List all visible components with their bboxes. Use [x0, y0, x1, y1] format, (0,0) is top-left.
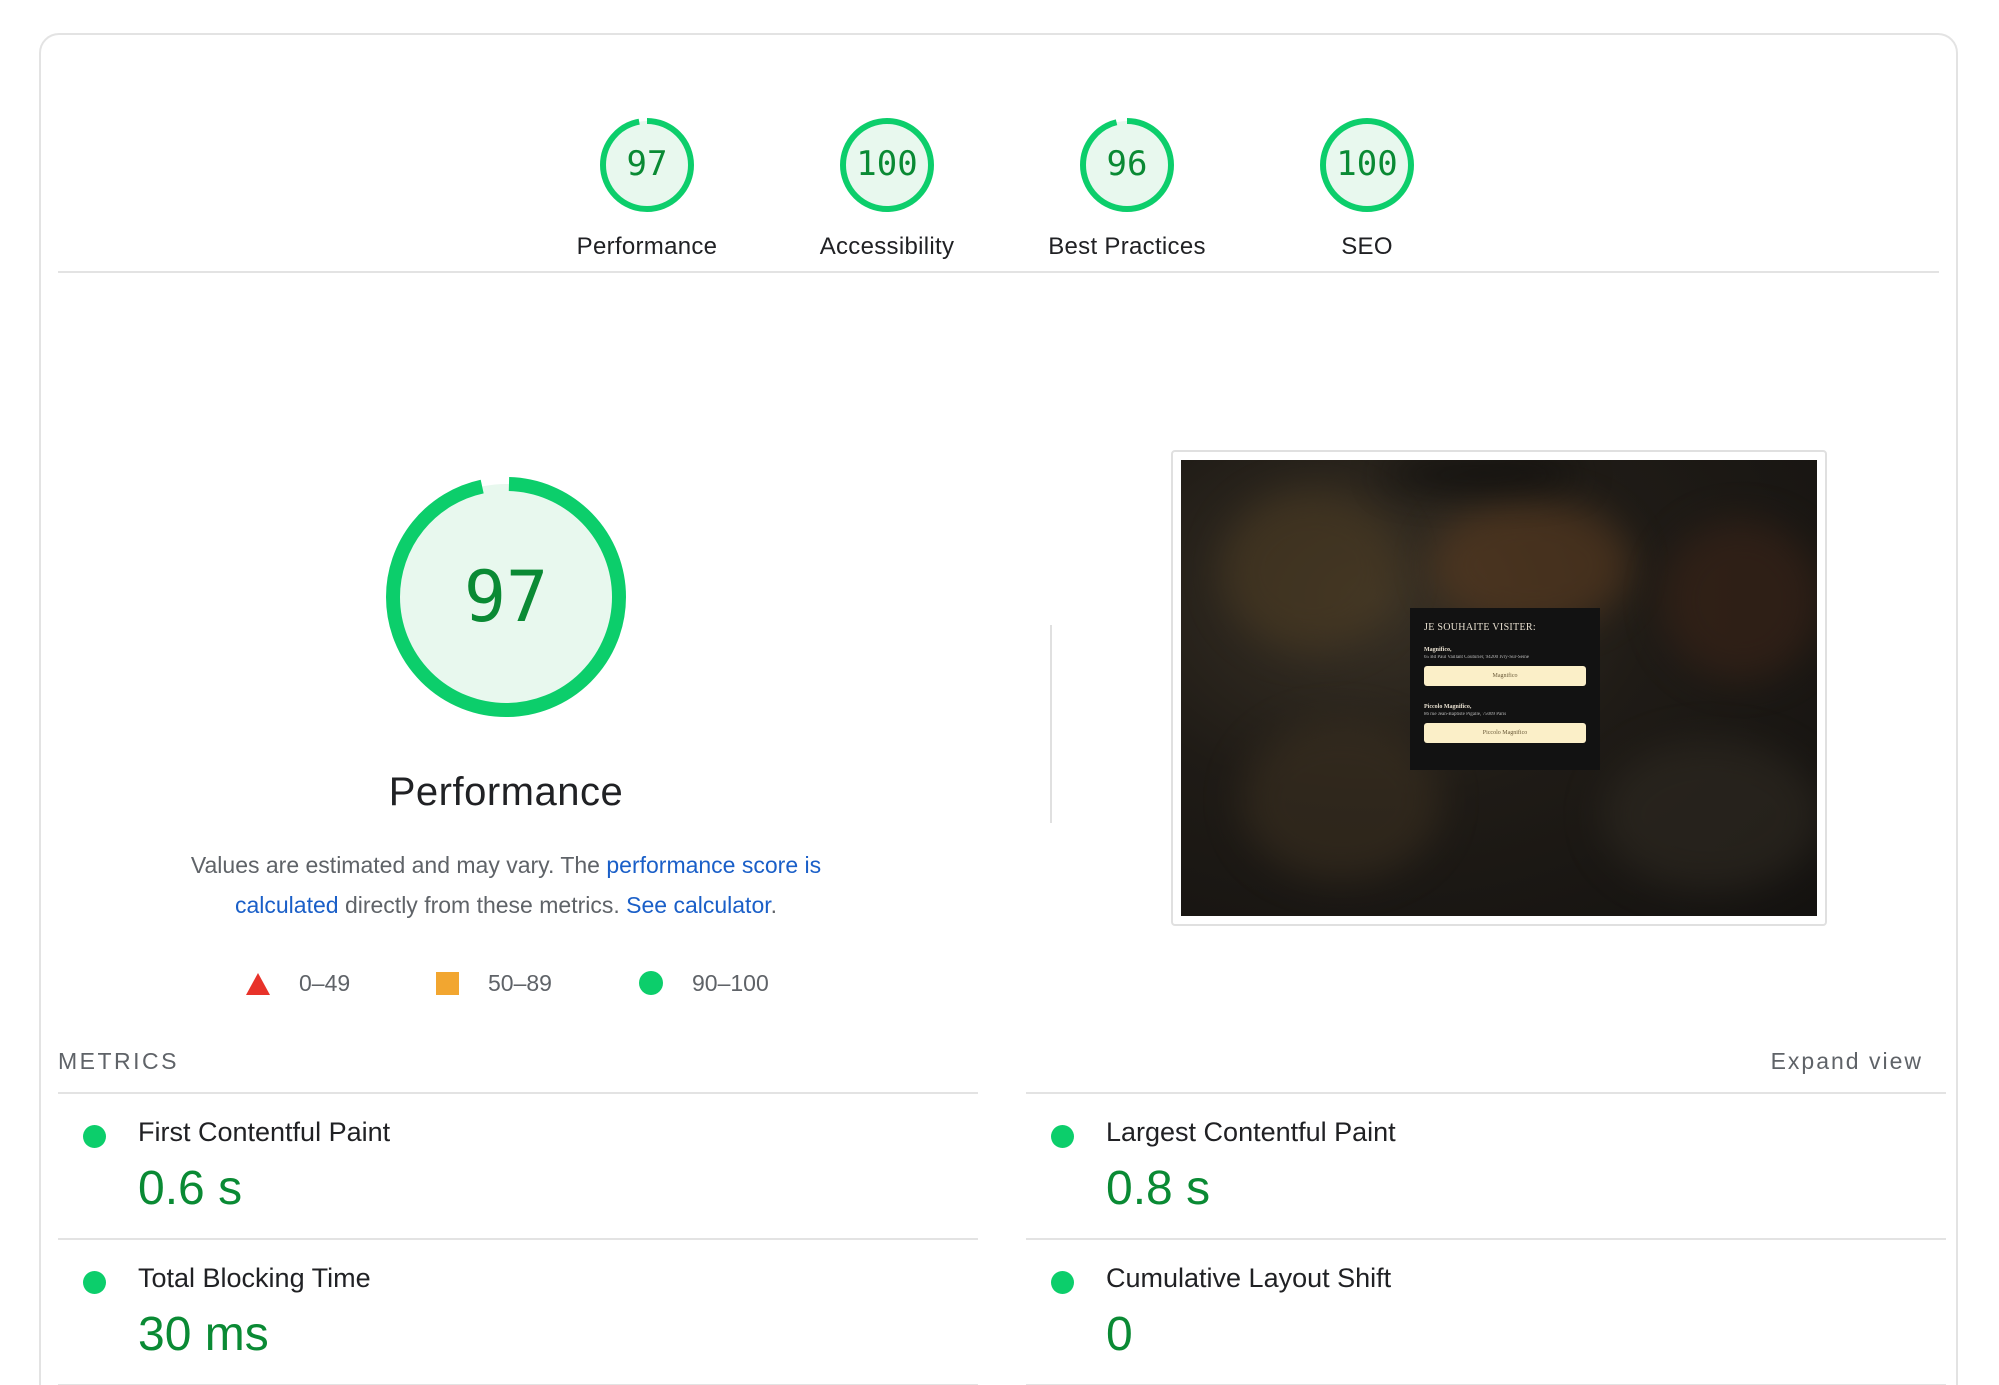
- metric-first-contentful-paint: First Contentful Paint 0.6 s: [58, 1097, 958, 1237]
- pass-circle-icon: [83, 1271, 106, 1294]
- legend-range: 0–49: [299, 970, 351, 996]
- performance-description: Values are estimated and may vary. The p…: [136, 845, 876, 925]
- metrics-heading: METRICS: [58, 1048, 179, 1074]
- metrics-divider: [1026, 1238, 1946, 1240]
- final-screenshot[interactable]: JE SOUHAITE VISITER: Magnifico, 65 Bd Pa…: [1171, 450, 1827, 926]
- score-legend: 0–49 50–89 90–100: [41, 965, 1956, 1001]
- location-name: Magnifico,: [1424, 647, 1452, 653]
- legend-range: 90–100: [692, 970, 769, 996]
- pass-circle-icon: [1051, 1125, 1074, 1148]
- metric-cumulative-layout-shift: Cumulative Layout Shift 0: [1026, 1243, 1926, 1383]
- desc-text: directly from these metrics.: [338, 892, 627, 918]
- performance-score: 97: [463, 556, 549, 638]
- location-modal: JE SOUHAITE VISITER: Magnifico, 65 Bd Pa…: [1410, 608, 1600, 770]
- metric-value: 0: [1106, 1308, 1133, 1361]
- modal-title: JE SOUHAITE VISITER:: [1424, 622, 1536, 633]
- location-address: 86 rue Jean-Baptiste Pigalle, 75009 Pari…: [1424, 712, 1507, 717]
- metric-largest-contentful-paint: Largest Contentful Paint 0.8 s: [1026, 1097, 1926, 1237]
- metrics-divider: [58, 1092, 978, 1094]
- metric-value: 0.6 s: [138, 1162, 243, 1215]
- desc-text: Values are estimated and may vary. The: [190, 852, 607, 878]
- location-button: Piccolo Magnifico: [1424, 723, 1586, 743]
- pass-circle-icon: [83, 1125, 106, 1148]
- metric-label: Total Blocking Time: [138, 1263, 371, 1293]
- see-calculator-link[interactable]: See calculator: [626, 892, 770, 918]
- metric-value: 0.8 s: [1106, 1162, 1211, 1215]
- metric-label: First Contentful Paint: [138, 1117, 391, 1147]
- location-button: Magnifico: [1424, 666, 1586, 686]
- pass-circle-icon: [1051, 1271, 1074, 1294]
- metric-label: Cumulative Layout Shift: [1106, 1263, 1392, 1293]
- performance-title: Performance: [388, 770, 624, 814]
- section-divider: [1050, 625, 1052, 823]
- location-address: 65 Bd Paul Vaillant Couturier, 94200 Ivr…: [1424, 655, 1530, 660]
- metric-value: 30 ms: [138, 1308, 269, 1361]
- triangle-icon: [246, 973, 270, 995]
- circle-icon: [639, 971, 663, 995]
- metrics-divider: [58, 1238, 978, 1240]
- location-name: Piccolo Magnifico,: [1424, 704, 1472, 710]
- metric-total-blocking-time: Total Blocking Time 30 ms: [58, 1243, 958, 1383]
- metrics-divider: [1026, 1092, 1946, 1094]
- metric-label: Largest Contentful Paint: [1106, 1117, 1396, 1147]
- legend-range: 50–89: [488, 970, 552, 996]
- lighthouse-report-card: 97 Performance 100 Accessibility 96 Best…: [39, 33, 1958, 1385]
- desc-text: .: [770, 892, 778, 918]
- square-icon: [436, 972, 459, 995]
- expand-view-toggle[interactable]: Expand view: [1771, 1048, 1923, 1075]
- screenshot-image: JE SOUHAITE VISITER: Magnifico, 65 Bd Pa…: [1181, 460, 1817, 916]
